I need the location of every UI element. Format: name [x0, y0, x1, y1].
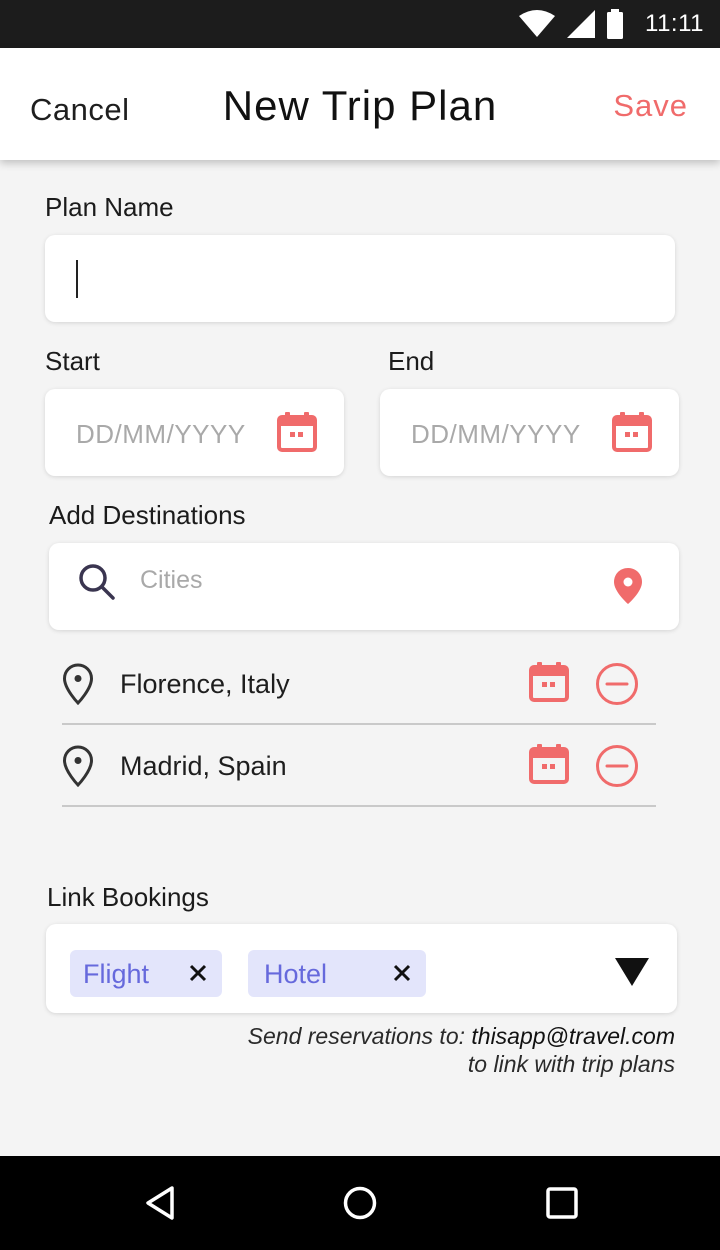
- plan-name-input[interactable]: [45, 235, 675, 322]
- reservation-email: thisapp@travel.com: [471, 1023, 675, 1049]
- home-icon[interactable]: [342, 1184, 378, 1222]
- status-icons: [518, 8, 624, 40]
- bookings-label: Link Bookings: [47, 882, 209, 912]
- search-icon: [79, 564, 115, 600]
- remove-circle-icon[interactable]: [595, 662, 639, 706]
- note-prefix: Send reservations to:: [247, 1023, 472, 1049]
- status-time: 11:11: [645, 10, 704, 37]
- location-pin-icon[interactable]: [613, 567, 643, 605]
- screen: 11:11 Cancel New Trip Plan Save Plan Nam…: [0, 0, 720, 1250]
- start-date-input[interactable]: DD/MM/YYYY: [45, 389, 344, 476]
- end-label: End: [388, 346, 435, 376]
- wifi-icon: [519, 10, 555, 37]
- destination-name: Madrid, Spain: [120, 751, 287, 781]
- destination-search-placeholder: Cities: [140, 566, 203, 594]
- save-button[interactable]: Save: [613, 88, 688, 124]
- calendar-icon[interactable]: [611, 411, 653, 453]
- destination-row: Florence, Italy: [62, 643, 656, 725]
- cancel-button[interactable]: Cancel: [30, 92, 130, 128]
- bookings-select[interactable]: Flight Hotel: [46, 924, 677, 1013]
- location-pin-icon: [62, 663, 94, 705]
- booking-chip-flight: Flight: [70, 950, 222, 997]
- calendar-icon[interactable]: [276, 411, 318, 453]
- chip-label: Hotel: [264, 959, 328, 989]
- destination-name: Florence, Italy: [120, 669, 290, 699]
- start-label: Start: [45, 346, 100, 376]
- start-date-placeholder: DD/MM/YYYY: [76, 419, 246, 449]
- destination-row: Madrid, Spain: [62, 725, 656, 807]
- destinations-label: Add Destinations: [49, 500, 246, 530]
- destination-search-input[interactable]: Cities: [49, 543, 679, 630]
- calendar-icon[interactable]: [528, 743, 570, 785]
- location-pin-icon: [62, 745, 94, 787]
- back-icon[interactable]: [142, 1184, 178, 1222]
- remove-circle-icon[interactable]: [595, 744, 639, 788]
- navigation-bar: [0, 1156, 720, 1250]
- reservation-note-line1: Send reservations to: thisapp@travel.com: [75, 1023, 675, 1050]
- signal-icon: [567, 10, 595, 38]
- text-caret: [76, 260, 78, 298]
- calendar-icon[interactable]: [528, 661, 570, 703]
- close-icon[interactable]: [392, 963, 412, 983]
- booking-chip-hotel: Hotel: [248, 950, 426, 997]
- status-bar: 11:11: [0, 0, 720, 48]
- close-icon[interactable]: [188, 963, 208, 983]
- dropdown-arrow-icon[interactable]: [614, 957, 650, 987]
- chip-label: Flight: [83, 959, 150, 989]
- recents-icon[interactable]: [544, 1184, 580, 1222]
- app-bar: Cancel New Trip Plan Save: [0, 48, 720, 160]
- battery-icon: [607, 9, 623, 39]
- end-date-placeholder: DD/MM/YYYY: [411, 419, 581, 449]
- plan-name-label: Plan Name: [45, 192, 174, 222]
- reservation-note-line2: to link with trip plans: [467, 1051, 675, 1077]
- end-date-input[interactable]: DD/MM/YYYY: [380, 389, 679, 476]
